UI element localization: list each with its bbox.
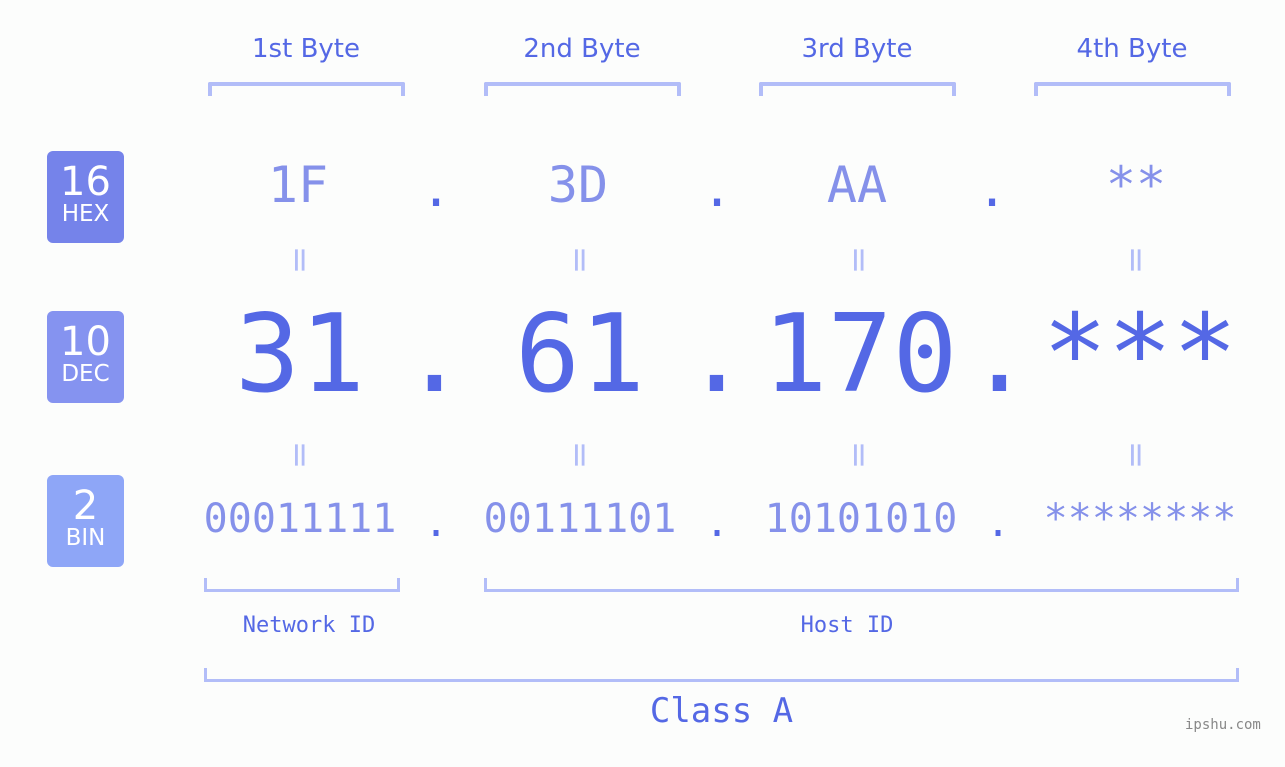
dec-badge: 10 DEC [47, 311, 124, 403]
dec-badge-number: 10 [60, 319, 111, 365]
hex-separator-3: . [976, 160, 1008, 218]
network-id-label: Network ID [242, 613, 376, 638]
equals-sign-hex-2: = [560, 245, 600, 275]
byte-bracket-2 [484, 82, 681, 96]
bin-value-1: 00011111 [203, 496, 397, 542]
dec-separator-2: . [684, 292, 750, 417]
host-id-label: Host ID [800, 613, 894, 638]
bin-separator-2: . [704, 500, 730, 546]
class-label: Class A [649, 691, 794, 731]
hex-separator-2: . [701, 160, 733, 218]
equals-sign-hex-1: = [280, 245, 320, 275]
bin-value-2: 00111101 [483, 496, 677, 542]
bin-badge: 2 BIN [47, 475, 124, 567]
dec-separator-1: . [402, 292, 468, 417]
hex-value-2: 3D [547, 156, 609, 214]
dec-value-4: *** [1042, 292, 1238, 417]
equals-sign-hex-3: = [839, 245, 879, 275]
bin-badge-number: 2 [72, 483, 99, 529]
equals-sign-bin-3: = [839, 440, 879, 470]
dec-value-1: 31 [234, 292, 366, 417]
equals-sign-bin-1: = [280, 440, 320, 470]
byte-bracket-4 [1034, 82, 1231, 96]
dec-value-2: 61 [514, 292, 646, 417]
hex-value-4: ** [1105, 156, 1167, 214]
byte-bracket-1 [208, 82, 405, 96]
equals-sign-bin-2: = [560, 440, 600, 470]
network-id-bracket [204, 578, 400, 592]
byte-header-2: 2nd Byte [523, 34, 641, 64]
hex-value-1: 1F [267, 156, 329, 214]
bin-separator-3: . [985, 500, 1011, 546]
hex-badge-number: 16 [60, 159, 111, 205]
equals-sign-bin-4: = [1116, 440, 1156, 470]
bin-separator-1: . [423, 500, 449, 546]
hex-separator-1: . [420, 160, 452, 218]
dec-value-3: 170 [762, 292, 958, 417]
byte-header-1: 1st Byte [252, 34, 360, 64]
bin-badge-label: BIN [65, 525, 106, 551]
host-id-bracket [484, 578, 1239, 592]
equals-sign-hex-4: = [1116, 245, 1156, 275]
dec-badge-label: DEC [61, 361, 110, 387]
byte-header-4: 4th Byte [1076, 34, 1188, 64]
dec-separator-3: . [967, 292, 1033, 417]
class-bracket [204, 668, 1239, 682]
bin-value-4: ******** [1043, 496, 1237, 542]
hex-value-3: AA [826, 156, 888, 214]
byte-header-3: 3rd Byte [801, 34, 913, 64]
bin-value-3: 10101010 [764, 496, 958, 542]
watermark: ipshu.com [1185, 717, 1261, 733]
hex-badge: 16 HEX [47, 151, 124, 243]
hex-badge-label: HEX [61, 201, 110, 227]
byte-bracket-3 [759, 82, 956, 96]
